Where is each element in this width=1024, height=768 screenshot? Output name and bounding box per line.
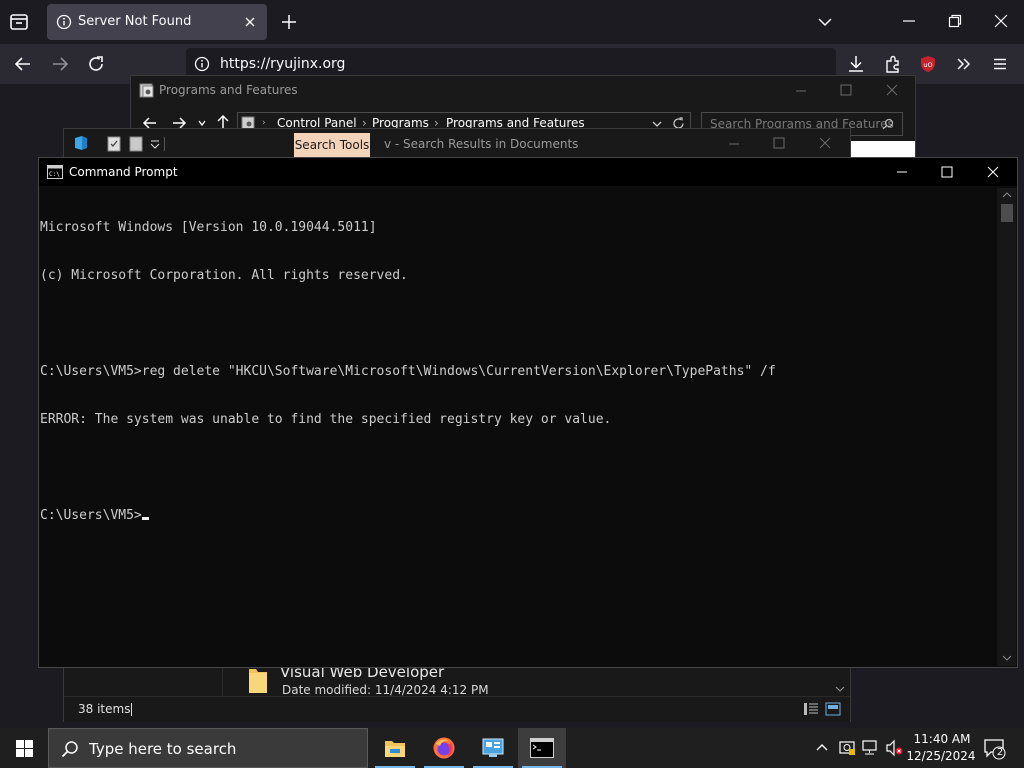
clock-time[interactable]: 11:40 AM: [912, 732, 972, 746]
console-prompt-line: C:\Users\VM5>: [39, 508, 997, 524]
security-center-icon[interactable]: [838, 739, 856, 757]
folder-icon: [248, 667, 268, 694]
windows-start-icon[interactable]: [16, 740, 33, 757]
ublock-origin-icon[interactable]: uO: [919, 55, 937, 73]
search-placeholder: Type here to search: [89, 740, 237, 758]
cmd-scrollbar[interactable]: [997, 188, 1016, 666]
taskbar-command-prompt[interactable]: [518, 728, 566, 768]
maximize-icon[interactable]: [773, 137, 785, 149]
console-prompt: C:\Users\VM5>: [40, 508, 142, 523]
cmd-app-icon: C:\: [47, 165, 63, 179]
taskbar-file-explorer[interactable]: [371, 728, 419, 768]
new-document-icon[interactable]: [129, 136, 143, 152]
window-title: v - Search Results in Documents: [384, 137, 579, 151]
taskbar: Type here to search 11:40 AM 12/25/2024 …: [0, 728, 1024, 768]
show-hidden-icons-chevron-icon[interactable]: [815, 741, 829, 753]
properties-icon[interactable]: [107, 136, 121, 152]
browser-tab[interactable]: Server Not Found: [47, 4, 267, 40]
quick-access-dropdown-icon[interactable]: [150, 139, 160, 149]
search-tools-tab[interactable]: Search Tools: [294, 133, 370, 157]
item-count: 38 items: [78, 702, 131, 716]
file-explorer-icon: [384, 738, 406, 758]
details-view-icon[interactable]: [803, 702, 819, 716]
back-icon[interactable]: [14, 55, 32, 73]
toolbar-divider: [164, 137, 165, 151]
close-window-icon[interactable]: [994, 14, 1008, 28]
tab-title: Server Not Found: [78, 14, 192, 29]
window-title: Programs and Features: [159, 83, 298, 97]
restore-window-icon[interactable]: [948, 14, 962, 28]
search-icon: [882, 118, 894, 130]
scroll-down-icon[interactable]: [835, 685, 845, 693]
console-line: ERROR: The system was unable to find the…: [40, 412, 612, 427]
extensions-puzzle-icon[interactable]: [883, 54, 903, 74]
control-panel-icon: [482, 738, 504, 758]
scroll-up-icon[interactable]: [1002, 191, 1012, 199]
cmd-title-bar[interactable]: C:\ Command Prompt: [39, 158, 1017, 186]
cmd-taskbar-icon: [530, 738, 554, 758]
cmd-console-output[interactable]: Microsoft Windows [Version 10.0.19044.50…: [39, 188, 997, 666]
status-bar: 38 items: [64, 696, 850, 722]
list-all-tabs-icon[interactable]: [817, 15, 833, 29]
info-icon: [56, 14, 72, 30]
network-icon[interactable]: [861, 739, 879, 757]
svg-text:uO: uO: [923, 61, 932, 69]
item-date: Date modified: 11/4/2024 4:12 PM: [282, 683, 489, 697]
search-result-item[interactable]: Visual Web Developer Date modified: 11/4…: [244, 663, 824, 697]
new-tab-icon[interactable]: [281, 14, 297, 30]
volume-muted-icon[interactable]: [885, 739, 905, 757]
explorer-app-icon: [73, 135, 89, 151]
search-icon: [61, 740, 79, 758]
url-text: https://ryujinx.org: [220, 56, 346, 72]
taskbar-search-box[interactable]: Type here to search: [48, 728, 368, 768]
svg-text:C:\: C:\: [49, 171, 60, 178]
maximize-icon[interactable]: [941, 166, 953, 178]
forward-icon[interactable]: [51, 55, 69, 73]
console-line: C:\Users\VM5>reg delete "HKCU\Software\M…: [40, 364, 776, 379]
console-line: Microsoft Windows [Version 10.0.19044.50…: [40, 220, 377, 235]
large-icons-view-icon[interactable]: [825, 702, 841, 716]
site-info-icon[interactable]: [194, 56, 210, 72]
close-tab-icon[interactable]: [243, 15, 257, 29]
console-line: (c) Microsoft Corporation. All rights re…: [40, 268, 408, 283]
scroll-down-icon[interactable]: [1002, 654, 1012, 662]
status-divider: [131, 703, 132, 716]
close-icon[interactable]: [819, 137, 831, 149]
command-prompt-window[interactable]: C:\ Command Prompt Microsoft Windows [Ve…: [38, 157, 1018, 668]
more-tools-icon[interactable]: [955, 55, 973, 73]
downloads-icon[interactable]: [846, 54, 866, 74]
minimize-icon[interactable]: [896, 166, 908, 178]
maximize-icon[interactable]: [840, 84, 852, 96]
firefox-icon: [432, 736, 456, 760]
firefox-view-icon[interactable]: [8, 12, 30, 32]
reload-icon[interactable]: [87, 55, 105, 73]
cmd-title: Command Prompt: [69, 165, 178, 179]
minimize-icon[interactable]: [728, 138, 740, 150]
menu-hamburger-icon[interactable]: [991, 55, 1009, 73]
recent-locations-icon[interactable]: [197, 118, 207, 128]
navigation-pane: [64, 667, 223, 696]
close-icon[interactable]: [886, 84, 898, 96]
control-panel-icon: [139, 82, 155, 98]
taskbar-control-panel[interactable]: [469, 728, 517, 768]
clock-date[interactable]: 12/25/2024: [905, 749, 977, 763]
browser-tab-bar: Server Not Found: [0, 0, 1024, 44]
text-cursor: [141, 517, 149, 520]
close-icon[interactable]: [987, 166, 999, 178]
notification-count: 2: [996, 747, 1004, 758]
minimize-icon[interactable]: [795, 85, 807, 97]
taskbar-firefox[interactable]: [420, 728, 468, 768]
breadcrumb-separator-icon: ›: [262, 118, 266, 128]
scrollbar-thumb[interactable]: [1001, 204, 1013, 222]
minimize-window-icon[interactable]: [902, 14, 916, 28]
